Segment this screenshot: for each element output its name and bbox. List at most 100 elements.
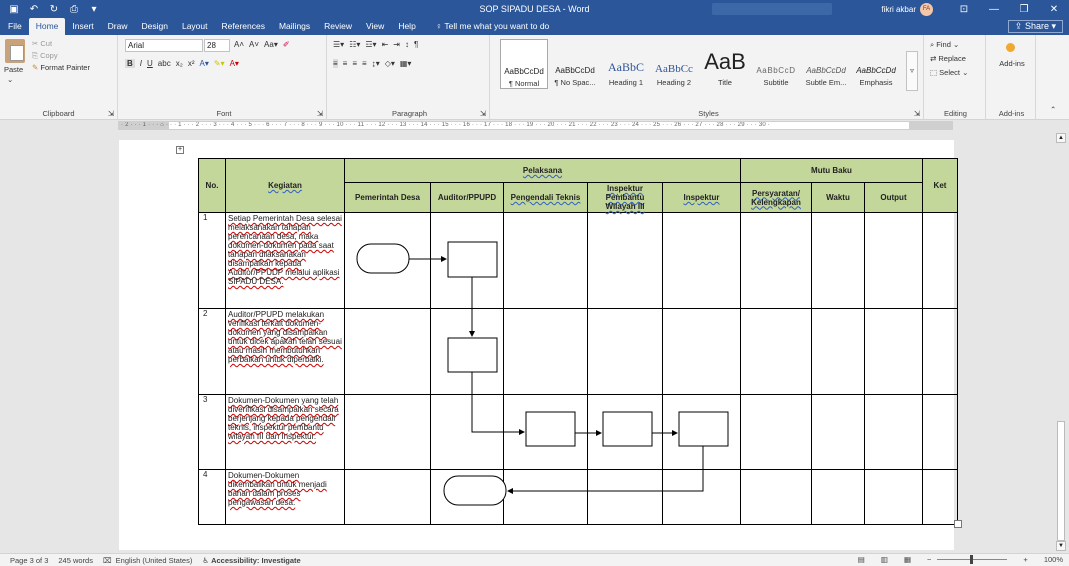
italic-button[interactable]: I xyxy=(140,59,142,68)
cut-button[interactable]: ✂ Cut xyxy=(32,39,52,48)
collapse-ribbon-icon[interactable]: ⌃ xyxy=(1050,105,1056,114)
tab-help[interactable]: Help xyxy=(391,18,422,35)
shading-icon[interactable]: ◇▾ xyxy=(385,59,395,68)
tell-me-search[interactable]: ♀ Tell me what you want to do xyxy=(429,18,556,35)
style-heading-2[interactable]: AaBbCc Heading 2 xyxy=(652,39,696,89)
numbering-icon[interactable]: ☷▾ xyxy=(349,40,360,49)
tab-view[interactable]: View xyxy=(359,18,391,35)
close-button[interactable]: ✕ xyxy=(1039,0,1069,18)
paste-dropdown-icon[interactable]: ⌄ xyxy=(7,75,13,84)
tab-references[interactable]: References xyxy=(215,18,272,35)
increase-indent-icon[interactable]: ⇥ xyxy=(393,40,400,49)
tab-review[interactable]: Review xyxy=(317,18,359,35)
tab-home[interactable]: Home xyxy=(28,18,66,35)
font-name-input[interactable]: Arial xyxy=(125,39,203,52)
select-button[interactable]: ⬚ Select ⌄ xyxy=(930,68,968,77)
zoom-slider-thumb[interactable] xyxy=(970,555,974,564)
paste-button[interactable]: Paste xyxy=(4,65,23,74)
row-kegiatan[interactable]: Setiap Pemerintah Desa selesai melaksana… xyxy=(225,212,345,309)
bold-button[interactable]: B xyxy=(125,59,135,68)
style-no-spacing[interactable]: AaBbCcDd ¶ No Spac... xyxy=(550,39,600,89)
font-color-icon[interactable]: A▾ xyxy=(230,59,239,68)
show-marks-icon[interactable]: ¶ xyxy=(414,40,418,49)
undo-icon[interactable]: ↶ xyxy=(28,4,40,15)
shrink-font-icon[interactable]: A˅ xyxy=(249,40,259,49)
zoom-level[interactable]: 100% xyxy=(1044,555,1063,564)
align-center-icon[interactable]: ≡ xyxy=(343,59,348,68)
row-kegiatan[interactable]: Dokumen-Dokumen yang telah diverifikasi … xyxy=(225,394,345,470)
format-painter-button[interactable]: ✎ Format Painter xyxy=(32,63,90,72)
share-button[interactable]: ⇪ Share ▾ xyxy=(1007,20,1063,33)
style-normal[interactable]: AaBbCcDd ¶ Normal xyxy=(500,39,548,89)
proofing-icon[interactable]: ⌧ xyxy=(103,556,112,565)
horizontal-ruler[interactable]: · 2 · · · 1 · · · ⌂ · · · 1 · · · 2 · · … xyxy=(118,121,953,130)
line-spacing-icon[interactable]: ↨▾ xyxy=(372,59,380,68)
style-subtitle[interactable]: AaBbCcD Subtitle xyxy=(752,39,800,89)
styles-more-icon[interactable]: ▿ xyxy=(906,51,918,91)
minimize-button[interactable]: — xyxy=(979,0,1009,18)
title-search-bar[interactable] xyxy=(712,3,832,15)
table-resize-handle[interactable] xyxy=(954,520,962,528)
language-status[interactable]: English (United States) xyxy=(116,556,193,565)
row-kegiatan[interactable]: Auditor/PPUPD melakukan verifikasi terka… xyxy=(225,308,345,395)
avatar[interactable]: FA xyxy=(920,2,933,16)
accessibility-status[interactable]: Accessibility: Investigate xyxy=(211,556,301,565)
align-right-icon[interactable]: ≡ xyxy=(352,59,357,68)
font-launcher-icon[interactable]: ⇲ xyxy=(317,109,323,118)
justify-icon[interactable]: ≡ xyxy=(362,59,367,68)
redo-icon[interactable]: ↻ xyxy=(48,4,60,15)
scroll-thumb[interactable] xyxy=(1057,421,1065,541)
zoom-slider[interactable] xyxy=(937,555,1008,564)
style-emphasis[interactable]: AaBbCcDd Emphasis xyxy=(852,39,900,89)
borders-icon[interactable]: ▦▾ xyxy=(400,59,412,68)
grow-font-icon[interactable]: A˄ xyxy=(234,40,244,49)
text-effects-icon[interactable]: A▾ xyxy=(199,59,208,68)
sort-icon[interactable]: ↕ xyxy=(405,40,409,49)
web-layout-icon[interactable]: ▦ xyxy=(904,555,911,564)
align-left-icon[interactable]: ≡ xyxy=(333,59,338,68)
copy-button[interactable]: ⎘ Copy xyxy=(32,51,58,61)
table-move-handle-icon[interactable]: + xyxy=(176,146,184,154)
replace-button[interactable]: ⇄ Replace xyxy=(930,54,966,63)
user-name[interactable]: fikri akbar xyxy=(881,5,916,14)
styles-launcher-icon[interactable]: ⇲ xyxy=(914,109,920,118)
change-case-icon[interactable]: Aa▾ xyxy=(264,40,278,49)
page-count[interactable]: Page 3 of 3 xyxy=(10,556,48,565)
print-preview-icon[interactable]: ⎙ xyxy=(68,4,80,15)
tab-mailings[interactable]: Mailings xyxy=(272,18,317,35)
find-button[interactable]: ⌕ Find ⌄ xyxy=(930,40,959,50)
save-icon[interactable]: ▣ xyxy=(8,4,20,15)
zoom-in-icon[interactable]: + xyxy=(1023,555,1027,564)
style-subtle-emphasis[interactable]: AaBbCcDd Subtle Em... xyxy=(802,39,850,89)
paragraph-launcher-icon[interactable]: ⇲ xyxy=(480,109,486,118)
style-heading-1[interactable]: AaBbC Heading 1 xyxy=(602,39,650,89)
strikethrough-button[interactable]: abc xyxy=(158,59,171,68)
tab-layout[interactable]: Layout xyxy=(175,18,215,35)
superscript-button[interactable]: x² xyxy=(188,59,195,68)
clear-formatting-icon[interactable]: ✐ xyxy=(283,40,290,49)
highlight-icon[interactable]: ✎▾ xyxy=(214,59,225,68)
style-title[interactable]: AaB Title xyxy=(700,39,750,89)
vertical-scrollbar[interactable]: ▲ ▼ xyxy=(1055,131,1067,553)
font-size-input[interactable]: 28 xyxy=(204,39,230,52)
print-layout-icon[interactable]: ▥ xyxy=(881,555,888,564)
zoom-out-icon[interactable]: − xyxy=(927,555,931,564)
clipboard-launcher-icon[interactable]: ⇲ xyxy=(108,109,114,118)
focus-mode-icon[interactable]: ▤ xyxy=(858,555,865,564)
paste-icon[interactable] xyxy=(5,39,25,63)
subscript-button[interactable]: x₂ xyxy=(176,59,183,68)
bullets-icon[interactable]: ☰▾ xyxy=(333,40,344,49)
tab-draw[interactable]: Draw xyxy=(101,18,135,35)
tab-insert[interactable]: Insert xyxy=(65,18,100,35)
tab-file[interactable]: File xyxy=(0,18,29,35)
ribbon-display-options-icon[interactable]: ⊡ xyxy=(949,0,979,18)
customize-qat-icon[interactable]: ▾ xyxy=(88,4,100,15)
decrease-indent-icon[interactable]: ⇤ xyxy=(382,40,389,49)
tab-design[interactable]: Design xyxy=(135,18,175,35)
row-kegiatan[interactable]: Dokumen-Dokumen dikembalikan untuk menja… xyxy=(225,469,345,525)
underline-button[interactable]: U xyxy=(147,59,153,68)
maximize-button[interactable]: ❐ xyxy=(1009,0,1039,18)
scroll-up-icon[interactable]: ▲ xyxy=(1056,133,1066,143)
scroll-down-icon[interactable]: ▼ xyxy=(1056,541,1066,551)
multilevel-list-icon[interactable]: ☲▾ xyxy=(365,40,376,49)
